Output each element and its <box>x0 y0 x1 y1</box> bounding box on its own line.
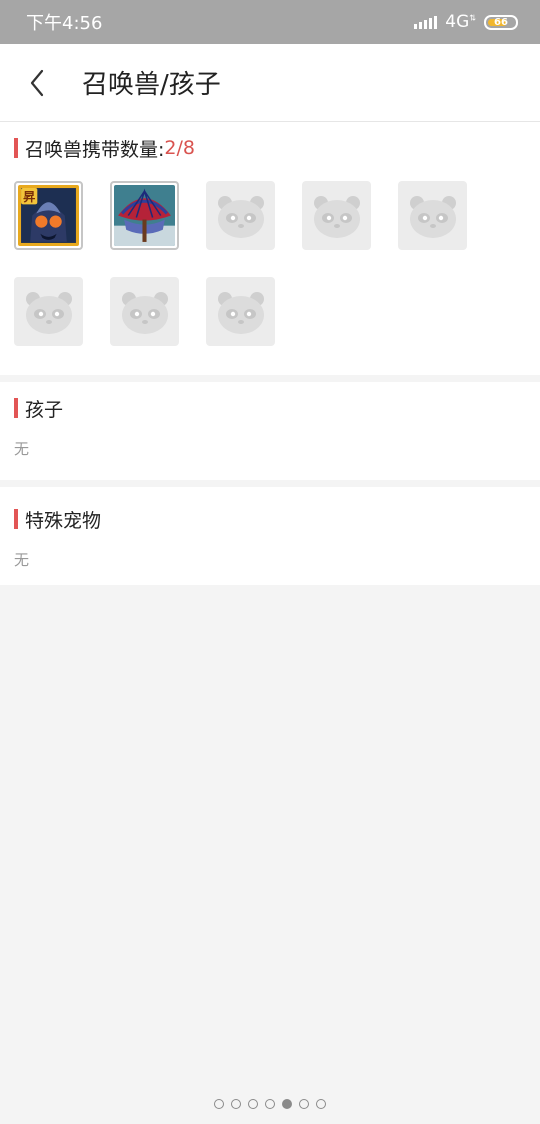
section-divider <box>0 480 540 487</box>
summons-grid: 昇 <box>14 181 526 346</box>
children-section: 孩子 无 <box>0 382 540 480</box>
special-pets-label: 特殊宠物 <box>25 509 102 532</box>
summon-slot-6[interactable] <box>14 277 83 346</box>
section-accent-bar <box>14 138 18 158</box>
section-accent-bar <box>14 509 18 529</box>
summon-slot-2[interactable] <box>110 181 179 250</box>
summons-section: 召唤兽携带数量: 2/8 昇 <box>0 122 540 375</box>
children-header: 孩子 <box>14 396 526 421</box>
summon-slot-3[interactable] <box>206 181 275 250</box>
section-divider <box>0 375 540 382</box>
page-dot-6[interactable] <box>299 1099 309 1109</box>
summon-slot-5[interactable] <box>398 181 467 250</box>
page-dot-4[interactable] <box>265 1099 275 1109</box>
panda-placeholder-icon <box>409 195 456 238</box>
page-dot-2[interactable] <box>231 1099 241 1109</box>
title-bar: 召唤兽/孩子 <box>0 44 540 122</box>
status-time: 下午4:56 <box>26 13 103 34</box>
summon-slot-4[interactable] <box>302 181 371 250</box>
panda-placeholder-icon <box>313 195 360 238</box>
summon-slot-8[interactable] <box>206 277 275 346</box>
page-indicator <box>0 1099 540 1109</box>
summons-count: 2/8 <box>164 137 195 159</box>
summons-label: 召唤兽携带数量: <box>25 138 165 161</box>
status-bar: 下午4:56 4G⇅ 66 <box>0 0 540 44</box>
panda-placeholder-icon <box>121 291 168 334</box>
special-pets-empty-text: 无 <box>14 551 30 569</box>
signal-icon <box>414 15 438 29</box>
page-title: 召唤兽/孩子 <box>82 70 221 100</box>
battery-level: 66 <box>494 16 508 28</box>
chevron-left-icon <box>30 69 44 96</box>
panda-placeholder-icon <box>217 195 264 238</box>
panda-placeholder-icon <box>217 291 264 334</box>
children-empty-text: 无 <box>14 440 30 458</box>
page-dot-1[interactable] <box>214 1099 224 1109</box>
summons-header: 召唤兽携带数量: 2/8 <box>14 136 526 161</box>
battery-icon: 66 <box>484 14 518 30</box>
summon-slot-1[interactable]: 昇 <box>14 181 83 250</box>
back-button[interactable] <box>0 44 74 122</box>
page-dot-5[interactable] <box>282 1099 292 1109</box>
umbrella-pet-icon <box>114 185 175 246</box>
special-pets-header: 特殊宠物 <box>14 507 526 532</box>
page-dot-7[interactable] <box>316 1099 326 1109</box>
svg-text:昇: 昇 <box>23 190 35 204</box>
special-pets-section: 特殊宠物 无 <box>0 487 540 585</box>
panda-placeholder-icon <box>25 291 72 334</box>
page-dot-3[interactable] <box>248 1099 258 1109</box>
summon-slot-7[interactable] <box>110 277 179 346</box>
armored-beast-pet-icon: 昇 <box>18 185 79 246</box>
children-label: 孩子 <box>25 398 64 421</box>
network-type: 4G⇅ <box>445 12 476 32</box>
section-accent-bar <box>14 398 18 418</box>
status-indicators: 4G⇅ 66 <box>414 12 518 32</box>
